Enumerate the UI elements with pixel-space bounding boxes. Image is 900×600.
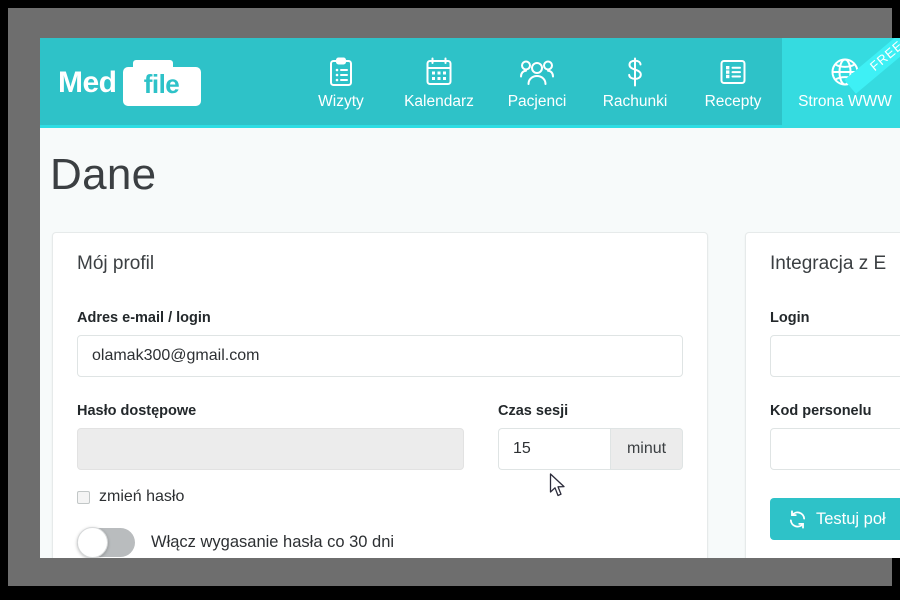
list-icon bbox=[719, 57, 747, 87]
staff-code-input[interactable] bbox=[770, 428, 900, 470]
nav-item-strona-www[interactable]: FREE Strona WWW bbox=[782, 38, 900, 128]
integration-card: Integracja z E Login Kod personelu Testu… bbox=[745, 232, 900, 558]
page-title: Dane bbox=[50, 150, 157, 199]
password-expiry-toggle-row[interactable]: Włącz wygasanie hasła co 30 dni bbox=[77, 527, 683, 558]
password-column: Hasło dostępowe bbox=[77, 403, 464, 470]
change-password-label: zmień hasło bbox=[99, 488, 185, 505]
people-icon bbox=[520, 57, 554, 87]
integration-card-title: Integracja z E bbox=[770, 253, 887, 274]
test-connection-label: Testuj poł bbox=[816, 509, 886, 528]
integration-login-input[interactable] bbox=[770, 335, 900, 377]
session-column: Czas sesji minut bbox=[498, 403, 683, 470]
profile-card-title: Mój profil bbox=[77, 253, 155, 274]
session-time-unit: minut bbox=[610, 428, 683, 470]
nav-item-kalendarz[interactable]: Kalendarz bbox=[390, 38, 488, 128]
brand-med-text: Med bbox=[58, 66, 117, 99]
nav-item-label: Rachunki bbox=[602, 92, 668, 110]
change-password-checkbox-row[interactable]: zmień hasło bbox=[77, 488, 683, 506]
staff-code-field: Kod personelu bbox=[770, 403, 900, 470]
email-input[interactable] bbox=[77, 335, 683, 377]
password-session-row: Hasło dostępowe Czas sesji minut bbox=[77, 403, 683, 470]
page-content: Dane Mój profil Adres e-mail / login Has… bbox=[40, 128, 900, 558]
cards-container: Mój profil Adres e-mail / login Hasło do… bbox=[40, 200, 900, 558]
nav-item-pacjenci[interactable]: Pacjenci bbox=[488, 38, 586, 128]
nav-items-container: Wizyty Kalendarz Pacjenci Rachunki Recep… bbox=[215, 38, 900, 128]
page-viewport: Med file Wizyty Kalendarz Pacjenci Rachu… bbox=[40, 38, 900, 558]
change-password-checkbox[interactable] bbox=[77, 490, 90, 504]
email-label: Adres e-mail / login bbox=[77, 310, 211, 326]
calendar-icon bbox=[425, 57, 453, 87]
session-time-label: Czas sesji bbox=[498, 403, 569, 419]
browser-window-frame: Med file Wizyty Kalendarz Pacjenci Rachu… bbox=[8, 8, 900, 586]
nav-item-label: Wizyty bbox=[318, 92, 364, 110]
brand-logo[interactable]: Med file bbox=[40, 38, 215, 128]
nav-item-label: Pacjenci bbox=[507, 92, 567, 110]
password-expiry-label: Włącz wygasanie hasła co 30 dni bbox=[151, 533, 395, 551]
nav-item-label: Kalendarz bbox=[404, 92, 474, 110]
profile-card: Mój profil Adres e-mail / login Hasło do… bbox=[52, 232, 708, 558]
staff-code-label: Kod personelu bbox=[770, 403, 872, 419]
integration-login-label: Login bbox=[770, 310, 810, 326]
session-time-group: minut bbox=[498, 428, 683, 470]
clipboard-icon bbox=[328, 57, 354, 87]
refresh-icon bbox=[788, 509, 807, 529]
session-time-input[interactable] bbox=[498, 428, 610, 470]
main-navigation-bar: Med file Wizyty Kalendarz Pacjenci Rachu… bbox=[40, 38, 900, 128]
password-expiry-toggle[interactable] bbox=[77, 527, 135, 558]
screen-root: Med file Wizyty Kalendarz Pacjenci Rachu… bbox=[0, 0, 900, 600]
brand-file-text: file bbox=[143, 69, 180, 99]
test-connection-button[interactable]: Testuj poł bbox=[770, 498, 900, 540]
password-input[interactable] bbox=[77, 428, 464, 470]
password-label: Hasło dostępowe bbox=[77, 403, 197, 419]
toggle-knob bbox=[77, 527, 108, 558]
dollar-icon bbox=[624, 57, 646, 87]
folder-file-icon: file bbox=[122, 60, 201, 106]
nav-item-label: Recepty bbox=[704, 92, 762, 110]
nav-item-wizyty[interactable]: Wizyty bbox=[292, 38, 390, 128]
nav-item-label: Strona WWW bbox=[798, 92, 892, 110]
nav-item-recepty[interactable]: Recepty bbox=[684, 38, 782, 128]
nav-item-rachunki[interactable]: Rachunki bbox=[586, 38, 684, 128]
